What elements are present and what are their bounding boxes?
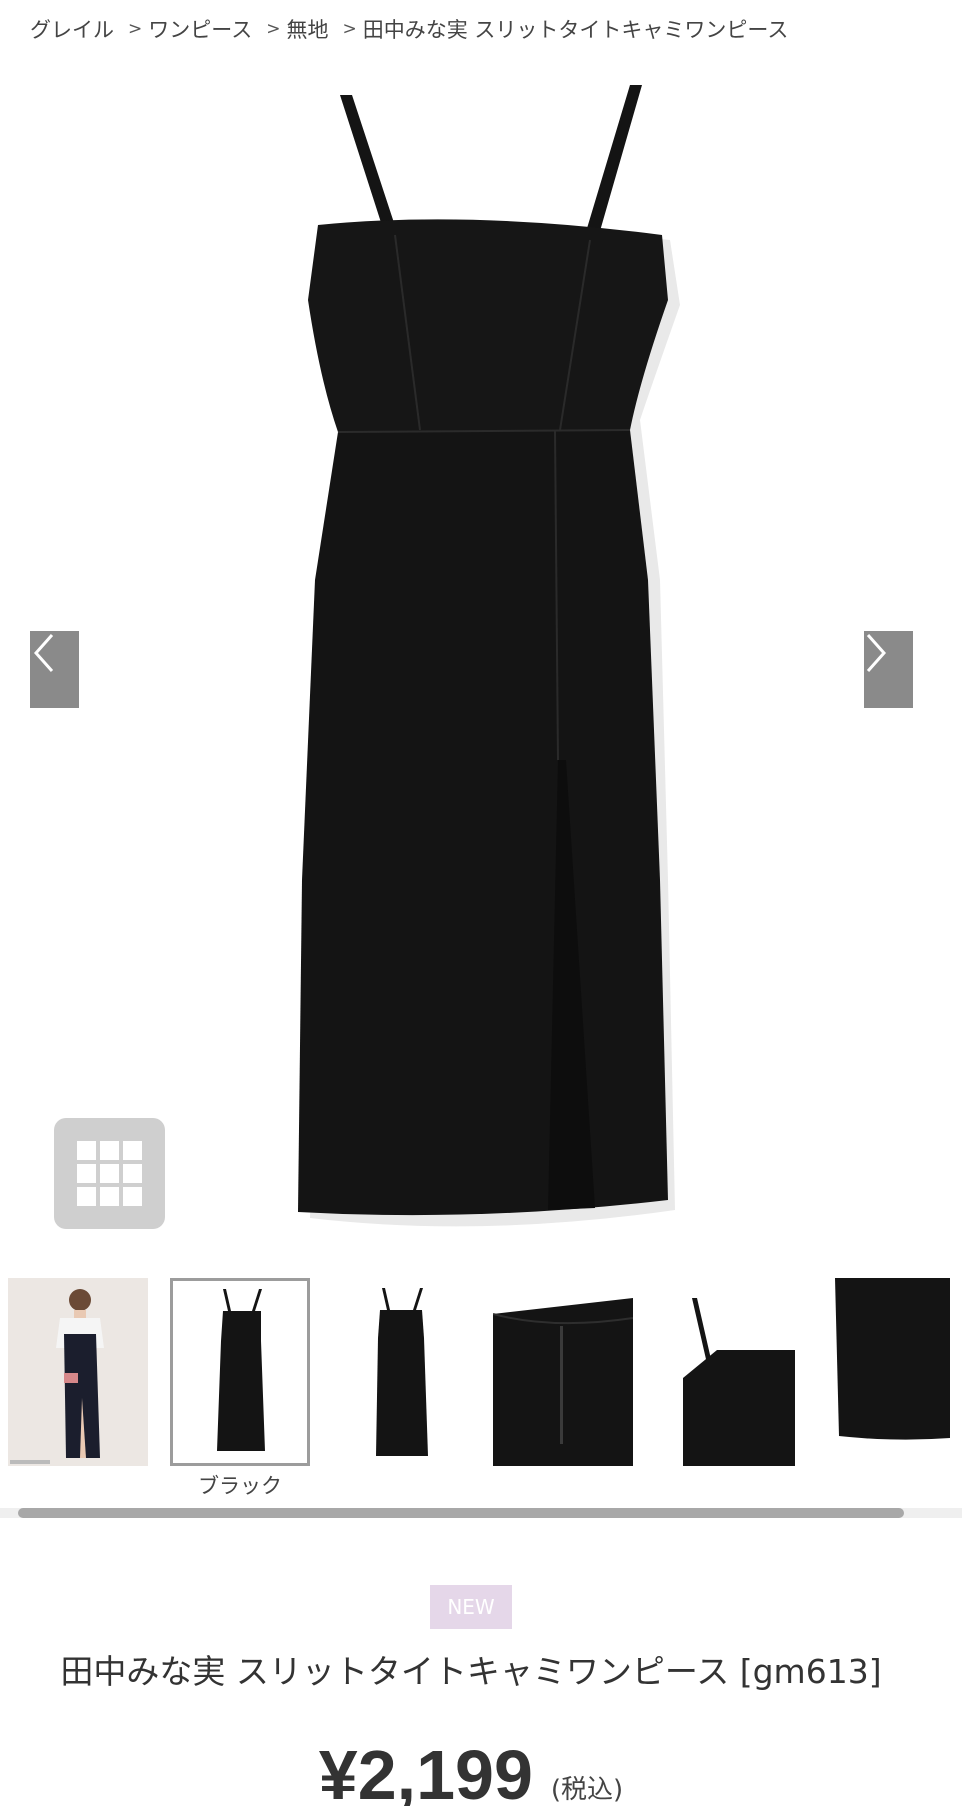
- thumbnail-model[interactable]: [8, 1278, 148, 1466]
- grid-view-button[interactable]: [54, 1118, 165, 1229]
- prev-image-button[interactable]: [30, 631, 79, 708]
- breadcrumb-item-brand[interactable]: グレイル: [30, 14, 114, 44]
- dress-back-thumb: [376, 1288, 428, 1456]
- next-image-button[interactable]: [864, 631, 913, 708]
- grid-icon: [77, 1141, 142, 1206]
- fabric-detail-thumb: [835, 1278, 950, 1440]
- chevron-left-icon: [33, 634, 54, 672]
- breadcrumb-item-current: 田中みな実 スリットタイトキャミワンピース: [362, 18, 789, 42]
- breadcrumb-item-subcategory[interactable]: 無地: [286, 14, 328, 44]
- zipper-detail-thumb: [492, 1298, 634, 1466]
- strap-detail-thumb: [683, 1298, 795, 1466]
- dress-front-thumb: [217, 1289, 265, 1451]
- thumbnail-scrollbar-thumb[interactable]: [18, 1508, 904, 1518]
- breadcrumb-separator: >: [128, 19, 143, 39]
- thumbnail-strap-detail[interactable]: [655, 1278, 795, 1466]
- thumbnail-front-selected[interactable]: [170, 1278, 310, 1466]
- thumbnail-color-caption: ブラック: [198, 1474, 282, 1498]
- tax-note: (税込): [550, 1775, 624, 1805]
- product-price: ¥2,199: [318, 1736, 533, 1806]
- thumbnail-fabric-detail[interactable]: [835, 1278, 962, 1466]
- breadcrumb: グレイル > ワンピース > 無地 > 田中みな実 スリットタイトキャミワンピー…: [30, 14, 788, 44]
- thumbnail-strip[interactable]: ブラック: [0, 1272, 962, 1512]
- new-badge: NEW: [430, 1585, 512, 1629]
- chevron-right-icon: [866, 634, 887, 672]
- breadcrumb-separator: >: [342, 19, 357, 39]
- model-photo: [8, 1278, 148, 1466]
- breadcrumb-item-category[interactable]: ワンピース: [148, 14, 252, 44]
- price-row: ¥2,199 (税込): [0, 1720, 942, 1806]
- thumbnail-back[interactable]: [330, 1278, 470, 1466]
- product-title: 田中みな実 スリットタイトキャミワンピース [gm613]: [60, 1652, 882, 1691]
- breadcrumb-separator: >: [266, 19, 281, 39]
- dress-image: [298, 85, 680, 1227]
- main-product-image[interactable]: [0, 60, 962, 1255]
- thumbnail-zipper-detail[interactable]: [492, 1278, 634, 1466]
